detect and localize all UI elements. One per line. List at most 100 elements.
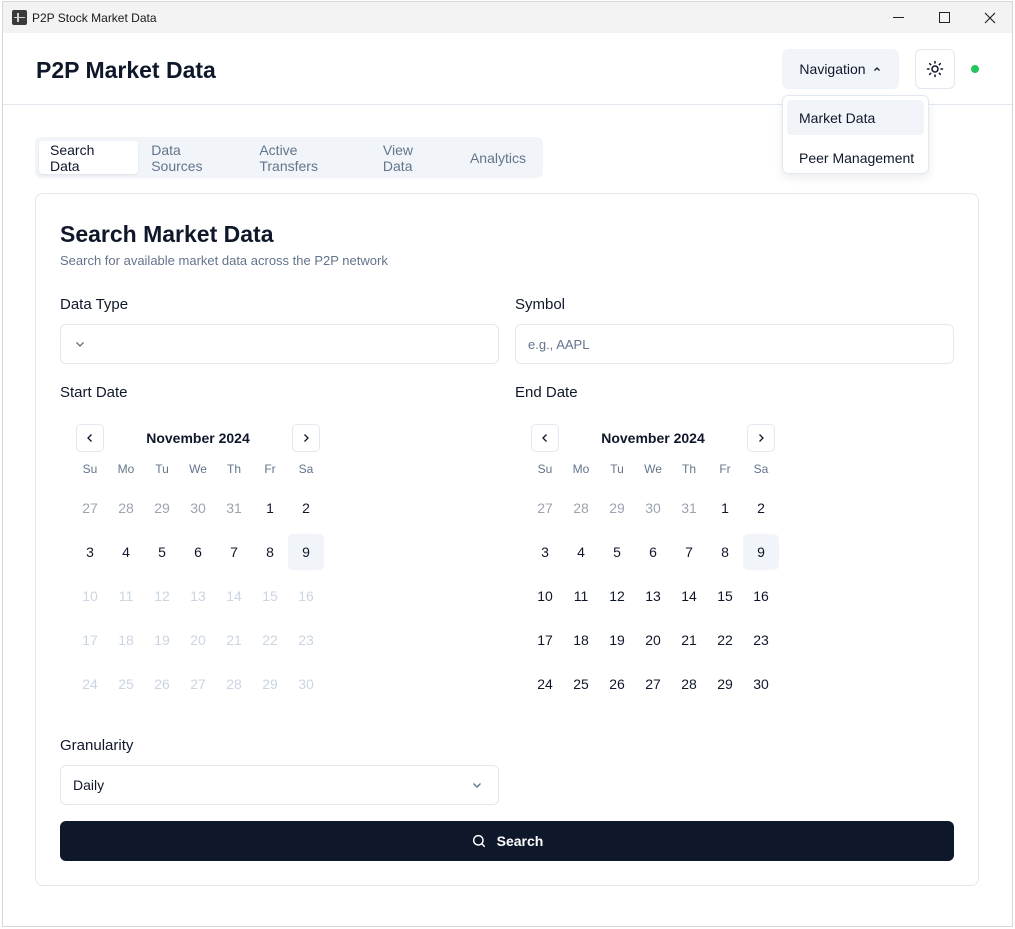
calendar-day-number: 22 — [262, 632, 278, 648]
calendar-day[interactable]: 31 — [216, 486, 252, 530]
tab-view-data[interactable]: View Data — [372, 141, 457, 174]
tab-active-transfers[interactable]: Active Transfers — [248, 141, 370, 174]
calendar-week-row: 17 18 19 20 21 22 23 — [72, 618, 324, 662]
calendar-day-number: 23 — [753, 632, 769, 648]
tab-search-data[interactable]: Search Data — [39, 141, 139, 174]
symbol-input[interactable]: e.g., AAPL — [515, 324, 954, 364]
calendar-day-number: 16 — [298, 588, 314, 604]
calendar-day[interactable]: 28 — [108, 486, 144, 530]
menu-item-label: Peer Management — [799, 149, 915, 166]
calendar-day[interactable]: 18 — [563, 618, 599, 662]
calendar-day[interactable]: 26 — [599, 662, 635, 706]
calendar-day[interactable]: 16 — [743, 574, 779, 618]
calendar-day[interactable]: 1 — [252, 486, 288, 530]
calendar-day-number: 1 — [266, 500, 274, 516]
chevron-up-icon — [873, 67, 880, 71]
calendar-day[interactable]: 30 — [743, 662, 779, 706]
calendar-day[interactable]: 4 — [108, 530, 144, 574]
calendar-day[interactable]: 27 — [635, 662, 671, 706]
calendar-day-number: 27 — [537, 500, 553, 516]
calendar-day[interactable]: 2 — [288, 486, 324, 530]
calendar-day[interactable]: 21 — [671, 618, 707, 662]
tab-analytics[interactable]: Analytics — [459, 141, 537, 174]
calendar-day[interactable]: 4 — [563, 530, 599, 574]
weekday-label: Th — [681, 462, 696, 476]
calendar-day[interactable]: 13 — [635, 574, 671, 618]
calendar-week-row: 27 28 29 30 31 1 2 — [527, 486, 779, 530]
calendar-day[interactable]: 3 — [72, 530, 108, 574]
calendar-day[interactable]: 31 — [671, 486, 707, 530]
next-month-button[interactable] — [292, 424, 320, 452]
calendar-day[interactable]: 24 — [527, 662, 563, 706]
calendar-day[interactable]: 8 — [707, 530, 743, 574]
search-button[interactable]: Search — [60, 821, 954, 861]
calendar-day-number: 2 — [302, 500, 310, 516]
calendar-day-number: 31 — [226, 500, 242, 516]
calendar-day-number: 15 — [262, 588, 278, 604]
calendar-day[interactable]: 12 — [599, 574, 635, 618]
calendar-day-number: 18 — [118, 632, 134, 648]
calendar-day-number: 28 — [118, 500, 134, 516]
calendar-day[interactable]: 10 — [527, 574, 563, 618]
calendar-day: 11 — [108, 574, 144, 618]
calendar-day[interactable]: 20 — [635, 618, 671, 662]
tab-list: Search Data Data Sources Active Transfer… — [35, 137, 543, 178]
calendar-day[interactable]: 2 — [743, 486, 779, 530]
calendar-day[interactable]: 6 — [635, 530, 671, 574]
calendar-day[interactable]: 22 — [707, 618, 743, 662]
chevron-right-icon — [304, 434, 309, 442]
calendar-day-number: 29 — [154, 500, 170, 516]
calendar-day[interactable]: 15 — [707, 574, 743, 618]
calendar-day[interactable]: 7 — [671, 530, 707, 574]
menu-item-peer-management[interactable]: Peer Management — [787, 140, 924, 175]
calendar-day[interactable]: 5 — [144, 530, 180, 574]
calendar-day[interactable]: 17 — [527, 618, 563, 662]
calendar-day-number: 4 — [122, 544, 130, 560]
tab-data-sources[interactable]: Data Sources — [140, 141, 246, 174]
calendar-day[interactable]: 25 — [563, 662, 599, 706]
calendar-day[interactable]: 7 — [216, 530, 252, 574]
calendar-day[interactable]: 27 — [527, 486, 563, 530]
calendar-day-number: 30 — [645, 500, 661, 516]
calendar-day: 28 — [216, 662, 252, 706]
calendar-day-today[interactable]: 9 — [288, 530, 324, 574]
calendar-day[interactable]: 30 — [635, 486, 671, 530]
calendar-day[interactable]: 5 — [599, 530, 635, 574]
next-month-button[interactable] — [747, 424, 775, 452]
calendar-day[interactable]: 29 — [707, 662, 743, 706]
calendar-day[interactable]: 8 — [252, 530, 288, 574]
calendar-day[interactable]: 6 — [180, 530, 216, 574]
maximize-button[interactable] — [921, 2, 967, 33]
calendar-day[interactable]: 3 — [527, 530, 563, 574]
calendar-day[interactable]: 29 — [599, 486, 635, 530]
close-button[interactable] — [967, 2, 1012, 33]
calendar-day-number: 10 — [82, 588, 98, 604]
calendar-day-number: 25 — [118, 676, 134, 692]
calendar-day[interactable]: 1 — [707, 486, 743, 530]
calendar-day[interactable]: 14 — [671, 574, 707, 618]
calendar-day[interactable]: 29 — [144, 486, 180, 530]
weekday-label: Th — [226, 462, 241, 476]
menu-item-market-data[interactable]: Market Data — [787, 100, 924, 135]
calendar-day: 29 — [252, 662, 288, 706]
calendar-day: 19 — [144, 618, 180, 662]
calendar-day: 15 — [252, 574, 288, 618]
calendar-day: 21 — [216, 618, 252, 662]
calendar-day-today[interactable]: 9 — [743, 530, 779, 574]
calendar-day-number: 3 — [86, 544, 94, 560]
navigation-button[interactable]: Navigation — [782, 49, 899, 89]
calendar-day[interactable]: 27 — [72, 486, 108, 530]
weekday-label: Fr — [719, 462, 731, 476]
calendar-day[interactable]: 11 — [563, 574, 599, 618]
data-type-select[interactable] — [60, 324, 499, 364]
weekday-label: Mo — [117, 462, 135, 476]
calendar-day[interactable]: 28 — [671, 662, 707, 706]
theme-toggle-button[interactable] — [915, 49, 955, 89]
brand-title: P2P Market Data — [36, 57, 216, 83]
calendar-day[interactable]: 30 — [180, 486, 216, 530]
calendar-day[interactable]: 23 — [743, 618, 779, 662]
granularity-select[interactable]: Daily — [60, 765, 499, 805]
minimize-button[interactable] — [875, 2, 921, 33]
calendar-day[interactable]: 19 — [599, 618, 635, 662]
calendar-day[interactable]: 28 — [563, 486, 599, 530]
